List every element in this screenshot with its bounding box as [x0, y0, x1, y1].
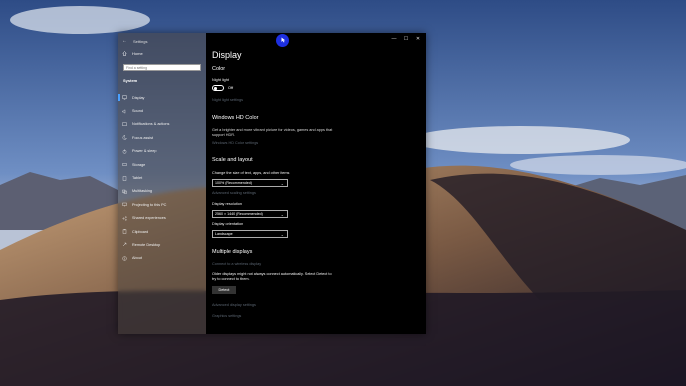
- night-light-toggle[interactable]: [212, 85, 224, 91]
- graphics-settings-link[interactable]: Graphics settings: [212, 314, 241, 318]
- sidebar-item-projecting[interactable]: Projecting to this PC: [118, 198, 206, 211]
- multiple-displays-description: Older displays might not always connect …: [212, 272, 332, 281]
- sidebar-item-label: Sound: [132, 109, 143, 114]
- hd-color-heading: Windows HD Color: [212, 115, 259, 121]
- sidebar-item-clipboard[interactable]: Clipboard: [118, 225, 206, 238]
- toggle-knob: [214, 87, 217, 90]
- scale-layout-heading: Scale and layout: [212, 157, 253, 163]
- detect-button[interactable]: Detect: [212, 286, 236, 294]
- sidebar-item-label: Storage: [132, 162, 146, 167]
- advanced-scaling-link[interactable]: Advanced scaling settings: [212, 191, 256, 195]
- chevron-down-icon: ⌄: [280, 181, 284, 186]
- maximize-button[interactable]: ☐: [400, 35, 412, 43]
- window-controls: — ☐ ✕: [388, 35, 424, 43]
- sidebar-item-label: About: [132, 256, 142, 261]
- sidebar-item-shared-experiences[interactable]: Shared experiences: [118, 212, 206, 225]
- resolution-value: 2560 × 1440 (Recommended): [215, 212, 263, 216]
- sidebar-item-label: Tablet: [132, 176, 143, 181]
- page-title: Display: [212, 50, 242, 60]
- hd-color-settings-link[interactable]: Windows HD Color settings: [212, 141, 258, 145]
- sidebar-item-display[interactable]: Display: [118, 91, 206, 104]
- nav-section-title: System: [123, 78, 138, 83]
- sidebar-item-label: Notifications & actions: [132, 122, 170, 127]
- sidebar-item-multitasking[interactable]: Multitasking: [118, 185, 206, 198]
- monitor-icon: [122, 95, 127, 100]
- settings-window: ← Settings Home System Display Sound Not…: [118, 33, 426, 334]
- sidebar-item-remote-desktop[interactable]: Remote Desktop: [118, 238, 206, 251]
- sidebar-item-about[interactable]: About: [118, 252, 206, 265]
- scale-value: 100% (Recommended): [215, 181, 252, 185]
- clipboard-icon: [122, 229, 127, 234]
- advanced-display-link[interactable]: Advanced display settings: [212, 303, 256, 307]
- sidebar-item-label: Projecting to this PC: [132, 202, 167, 207]
- night-light-label: Night light: [212, 78, 229, 82]
- sidebar-item-power[interactable]: Power & sleep: [118, 145, 206, 158]
- sidebar-item-tablet[interactable]: Tablet: [118, 171, 206, 184]
- resolution-label: Display resolution: [212, 202, 242, 206]
- titlebar: ← Settings: [122, 36, 147, 46]
- share-icon: [122, 216, 127, 221]
- window-title: Settings: [133, 38, 148, 44]
- mouse-pointer-icon: [281, 37, 286, 43]
- orientation-value: Landscape: [215, 232, 233, 236]
- sidebar-item-label: Power & sleep: [132, 149, 157, 154]
- moon-icon: [122, 135, 127, 141]
- notification-icon: [122, 122, 127, 126]
- night-light-state: Off: [228, 85, 233, 90]
- settings-content-pane: — ☐ ✕ Display Color Night light Off Nigh…: [206, 33, 426, 334]
- remote-icon: [122, 243, 127, 247]
- info-icon: [122, 256, 127, 261]
- home-icon: [122, 51, 127, 56]
- search-input[interactable]: [123, 64, 201, 71]
- orientation-label: Display orientation: [212, 222, 244, 226]
- chevron-down-icon: ⌄: [280, 212, 284, 217]
- nav-list: Display Sound Notifications & actions Fo…: [118, 91, 206, 265]
- speaker-icon: [122, 108, 126, 114]
- sidebar-item-storage[interactable]: Storage: [118, 158, 206, 171]
- multitasking-icon: [122, 189, 127, 194]
- scale-dropdown[interactable]: 100% (Recommended) ⌄: [212, 179, 288, 187]
- sidebar-item-notifications[interactable]: Notifications & actions: [118, 118, 206, 131]
- resolution-dropdown[interactable]: 2560 × 1440 (Recommended) ⌄: [212, 210, 288, 218]
- power-icon: [122, 149, 127, 154]
- sidebar-item-focus-assist[interactable]: Focus assist: [118, 131, 206, 144]
- sidebar-item-sound[interactable]: Sound: [118, 104, 206, 117]
- sidebar-item-label: Remote Desktop: [132, 242, 161, 247]
- back-arrow-icon[interactable]: ←: [122, 38, 127, 44]
- minimize-button[interactable]: —: [388, 35, 400, 43]
- sidebar-item-label: Clipboard: [132, 229, 149, 234]
- night-light-settings-link[interactable]: Night light settings: [212, 98, 243, 102]
- settings-nav-pane: ← Settings Home System Display Sound Not…: [118, 33, 206, 334]
- close-button[interactable]: ✕: [412, 35, 424, 43]
- sidebar-item-label: Display: [132, 95, 145, 100]
- tablet-icon: [122, 175, 127, 181]
- chevron-down-icon: ⌄: [280, 232, 284, 237]
- multiple-displays-heading: Multiple displays: [212, 249, 253, 255]
- scale-label: Change the size of text, apps, and other…: [212, 171, 290, 175]
- sidebar-item-label: Multitasking: [132, 189, 153, 194]
- orientation-dropdown[interactable]: Landscape ⌄: [212, 230, 288, 238]
- nav-home[interactable]: Home: [122, 51, 143, 56]
- nav-home-label: Home: [132, 51, 143, 56]
- color-heading: Color: [212, 66, 226, 72]
- projector-icon: [122, 203, 127, 207]
- sidebar-item-label: Focus assist: [132, 135, 154, 140]
- hd-color-description: Get a brighter and more vibrant picture …: [212, 128, 333, 137]
- sidebar-item-label: Shared experiences: [132, 216, 166, 221]
- storage-icon: [122, 163, 127, 166]
- wireless-display-link[interactable]: Connect to a wireless display: [212, 262, 261, 266]
